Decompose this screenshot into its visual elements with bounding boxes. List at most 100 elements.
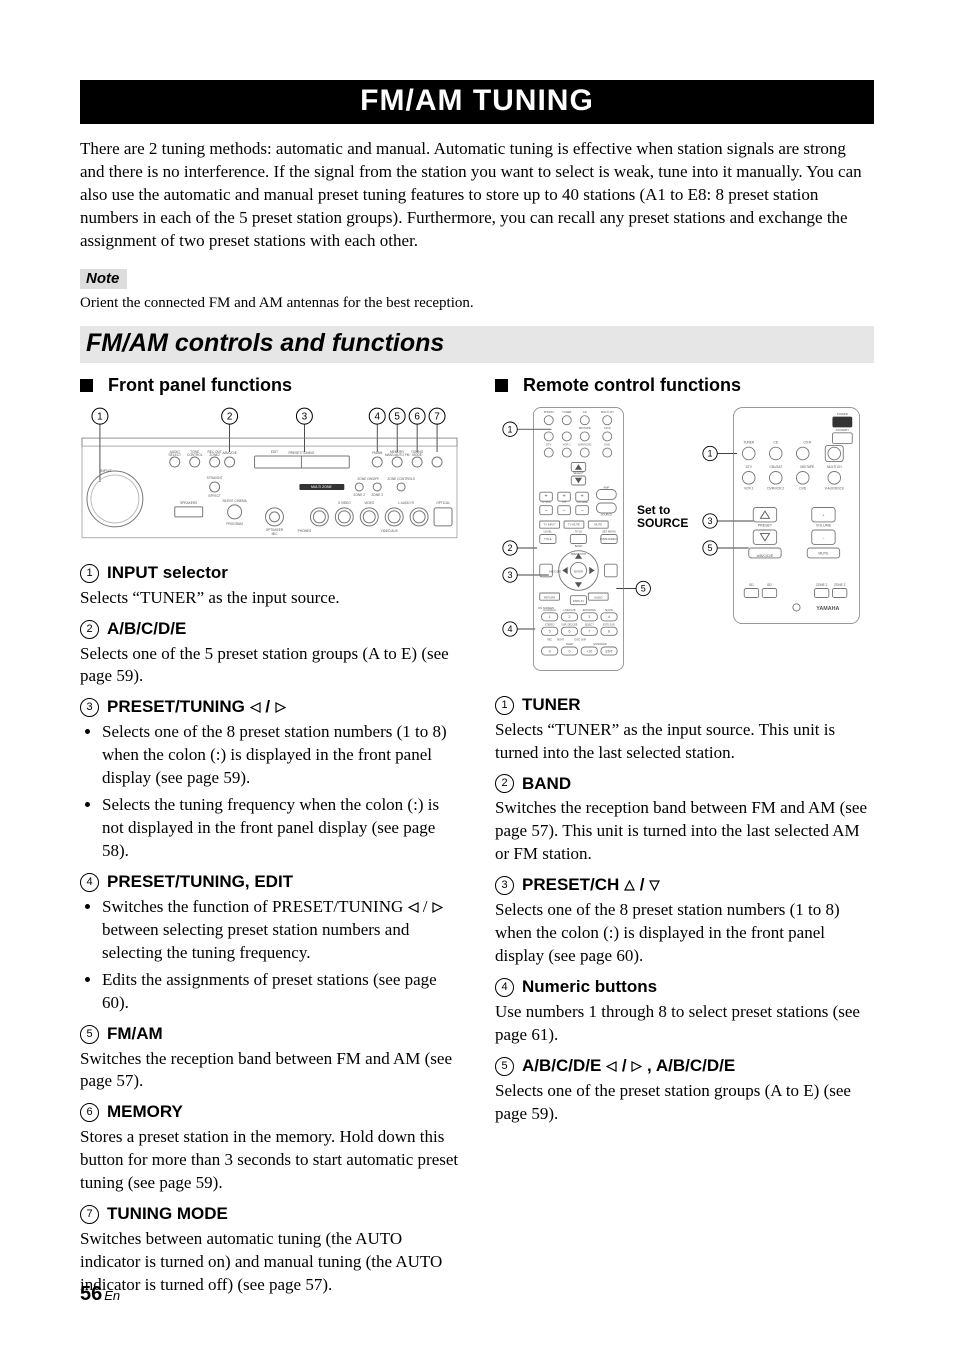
r-item-3-body: Selects one of the 8 preset station numb… [495, 899, 874, 968]
svg-text:2: 2 [508, 543, 513, 553]
svg-text:CD: CD [773, 440, 778, 444]
triangle-up-icon [624, 880, 635, 891]
svg-text:−: − [562, 508, 565, 514]
r-item-1-title: TUNER [522, 694, 581, 717]
svg-text:4: 4 [608, 615, 610, 619]
svg-text:SELECT: SELECT [169, 453, 181, 457]
item-1-body: Selects “TUNER” as the input source. [80, 587, 459, 610]
svg-text:MOVIE: MOVIE [605, 610, 613, 612]
svg-text:9: 9 [549, 649, 551, 653]
svg-text:7: 7 [434, 411, 440, 422]
triangle-left-icon [408, 902, 419, 913]
two-columns: Front panel functions 1 2 3 4 5 6 7 [80, 375, 874, 1305]
item-1-title: INPUT selector [107, 562, 228, 585]
svg-text:VIDEO AUX: VIDEO AUX [381, 529, 399, 533]
note-text: Orient the connected FM and AM antennas … [80, 295, 874, 312]
svg-text:SLEEP: SLEEP [566, 644, 574, 646]
svg-text:PHONES: PHONES [298, 529, 311, 533]
section-heading: FM/AM controls and functions [80, 326, 874, 363]
svg-text:DVR/VCR 2: DVR/VCR 2 [767, 486, 784, 490]
svg-text:STANDBY: STANDBY [835, 428, 848, 432]
svg-text:MODE: MODE [412, 453, 422, 457]
svg-text:VOLUME: VOLUME [576, 500, 588, 504]
svg-text:+: + [544, 493, 547, 499]
svg-text:DTV: DTV [546, 442, 552, 446]
svg-text:7: 7 [588, 629, 590, 633]
svg-text:MIC: MIC [272, 532, 279, 536]
svg-text:PURE DIRECT: PURE DIRECT [600, 537, 619, 541]
item-2-body: Selects one of the 5 preset station grou… [80, 643, 459, 689]
svg-text:3: 3 [508, 570, 513, 580]
svg-text:MULTI CH: MULTI CH [826, 465, 841, 469]
svg-text:5: 5 [707, 543, 712, 553]
svg-text:2: 2 [568, 615, 570, 619]
svg-text:0: 0 [568, 649, 570, 653]
svg-text:EFFECT: EFFECT [208, 494, 220, 498]
r-item-3: 3 PRESET/CH / Selects one of the 8 prese… [495, 874, 874, 968]
svg-text:CD: CD [583, 410, 587, 414]
svg-text:TUNER: TUNER [562, 410, 571, 414]
svg-text:VOLUME: VOLUME [815, 523, 831, 527]
svg-text:INPUT: INPUT [100, 468, 112, 473]
remote-diagram-simple: 1 3 5 POWER [695, 404, 875, 674]
svg-text:ZONE 3: ZONE 3 [833, 582, 845, 586]
front-panel-diagram: 1 2 3 4 5 6 7 [80, 404, 459, 544]
item-7: 7TUNING MODE Switches between automatic … [80, 1203, 459, 1297]
page-lang: En [104, 1288, 120, 1303]
svg-text:4: 4 [508, 624, 513, 634]
r-item-4: 4Numeric buttons Use numbers 1 through 8… [495, 976, 874, 1047]
svg-text:PRESET: PRESET [757, 523, 772, 527]
item-6-title: MEMORY [107, 1101, 183, 1124]
intro-paragraph: There are 2 tuning methods: automatic an… [80, 138, 874, 253]
svg-text:+: + [562, 493, 565, 499]
svg-text:3: 3 [588, 615, 590, 619]
svg-text:LEVEL: LEVEL [544, 529, 553, 533]
item-4-title: PRESET/TUNING, EDIT [107, 871, 293, 894]
svg-text:5: 5 [641, 583, 646, 593]
svg-text:PHONO: PHONO [544, 410, 554, 414]
svg-text:4: 4 [374, 411, 380, 422]
svg-text:DVD: DVD [604, 442, 610, 446]
item-5-title: FM/AM [107, 1023, 163, 1046]
svg-text:ENTER: ENTER [574, 569, 583, 573]
svg-text:ENTERTAIN: ENTERTAIN [583, 609, 596, 612]
svg-text:1: 1 [549, 615, 551, 619]
item-3-bullet-2: Selects the tuning frequency when the co… [102, 794, 459, 863]
callout-5-icon: 5 [495, 1057, 514, 1076]
r-item-4-body: Use numbers 1 through 8 to select preset… [495, 1001, 874, 1047]
svg-text:SUR. DECODE: SUR. DECODE [561, 624, 578, 626]
svg-text:AMP: AMP [603, 485, 609, 489]
r-item-5-body: Selects one of the preset station groups… [495, 1080, 874, 1126]
set-to-source-label: Set to SOURCE [637, 504, 688, 532]
svg-text:RETURN: RETURN [544, 595, 555, 599]
svg-text:TUNER: TUNER [743, 440, 755, 444]
svg-text:8: 8 [608, 629, 610, 633]
svg-text:SELECT: SELECT [573, 471, 584, 475]
item-1: 1INPUT selector Selects “TUNER” as the i… [80, 562, 459, 610]
page-number: 56 [80, 1283, 102, 1305]
note-label: Note [80, 269, 127, 289]
svg-text:SELECT: SELECT [585, 624, 595, 626]
callout-7-icon: 7 [80, 1205, 99, 1224]
svg-text:TITLE: TITLE [575, 529, 583, 533]
svg-text:ID2: ID2 [767, 582, 772, 586]
svg-text:SPEAKERS: SPEAKERS [180, 501, 197, 505]
svg-text:STRAIGHT: STRAIGHT [207, 476, 223, 480]
svg-text:5: 5 [549, 629, 551, 633]
triangle-right-icon [275, 702, 286, 713]
svg-text:MAN'L/AUTO FM: MAN'L/AUTO FM [385, 453, 410, 457]
callout-6-icon: 6 [80, 1103, 99, 1122]
r-item-5-title-c: , A/B/C/D/E [647, 1056, 735, 1075]
svg-text:REC: REC [547, 639, 552, 641]
svg-text:V-AUX/DOCK: V-AUX/DOCK [824, 486, 844, 490]
svg-text:VIDEO: VIDEO [364, 501, 374, 505]
svg-text:NIGHT: NIGHT [557, 639, 565, 641]
remote-control-heading: Remote control functions [495, 375, 874, 396]
svg-text:SILENT CINEMA: SILENT CINEMA [222, 499, 247, 503]
remote-control-heading-text: Remote control functions [523, 375, 741, 395]
r-item-4-title: Numeric buttons [522, 976, 657, 999]
svg-text:−: − [580, 508, 583, 514]
r-item-5-title-slash: / [622, 1056, 627, 1075]
square-bullet-icon [80, 379, 93, 392]
item-2: 2A/B/C/D/E Selects one of the 5 preset s… [80, 618, 459, 689]
